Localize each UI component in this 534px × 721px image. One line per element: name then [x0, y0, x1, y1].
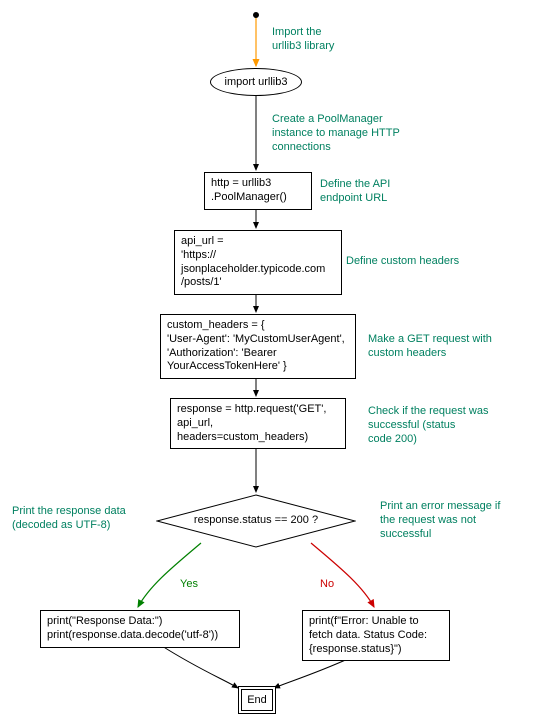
annotation-import: Import the urllib3 library [272, 26, 334, 54]
node-err-l3: {response.status}") [309, 643, 443, 657]
annotation-error: Print an error message if the request wa… [380, 500, 500, 541]
node-end: End [238, 686, 276, 714]
node-suc-l1: print("Response Data:") [47, 615, 233, 629]
annotation-headers: Define custom headers [346, 255, 459, 269]
annotation-poolmanager: Create a PoolManager instance to manage … [272, 113, 400, 154]
node-api-l1: api_url = [181, 235, 335, 249]
node-api-l3: jsonplaceholder.typicode.com [181, 263, 335, 277]
node-req-l3: headers=custom_headers) [177, 431, 339, 445]
node-headers: custom_headers = { 'User-Agent': 'MyCust… [160, 314, 356, 379]
node-poolmanager: http = urllib3 .PoolManager() [204, 172, 312, 210]
node-hdr-l4: YourAccessTokenHere' } [167, 360, 349, 374]
node-api-l2: 'https:// [181, 249, 335, 263]
node-error: print(f"Error: Unable to fetch data. Sta… [302, 610, 450, 661]
node-hdr-l2: 'User-Agent': 'MyCustomUserAgent', [167, 333, 349, 347]
annotation-success: Print the response data (decoded as UTF-… [12, 505, 126, 533]
node-hdr-l3: 'Authorization': 'Bearer [167, 347, 349, 361]
node-req-l1: response = http.request('GET', [177, 403, 339, 417]
annotation-api: Define the API endpoint URL [320, 178, 390, 206]
node-success: print("Response Data:") print(response.d… [40, 610, 240, 648]
node-api-l4: /posts/1' [181, 276, 335, 290]
node-err-l2: fetch data. Status Code: [309, 629, 443, 643]
node-poolmanager-l1: http = urllib3 [211, 177, 305, 191]
node-hdr-l1: custom_headers = { [167, 319, 349, 333]
node-request: response = http.request('GET', api_url, … [170, 398, 346, 449]
node-decision: response.status == 200 ? [156, 494, 356, 548]
node-suc-l2: print(response.data.decode('utf-8')) [47, 629, 233, 643]
node-import-label: import urllib3 [225, 76, 288, 88]
node-api-url: api_url = 'https:// jsonplaceholder.typi… [174, 230, 342, 295]
node-poolmanager-l2: .PoolManager() [211, 191, 305, 205]
edge-label-no: No [320, 578, 334, 590]
node-req-l2: api_url, [177, 417, 339, 431]
node-err-l1: print(f"Error: Unable to [309, 615, 443, 629]
edge-label-yes: Yes [180, 578, 198, 590]
node-decision-label: response.status == 200 ? [156, 514, 356, 526]
annotation-check: Check if the request was successful (sta… [368, 405, 488, 446]
node-import: import urllib3 [210, 68, 302, 96]
annotation-get: Make a GET request with custom headers [368, 333, 492, 361]
node-end-label: End [247, 694, 267, 706]
